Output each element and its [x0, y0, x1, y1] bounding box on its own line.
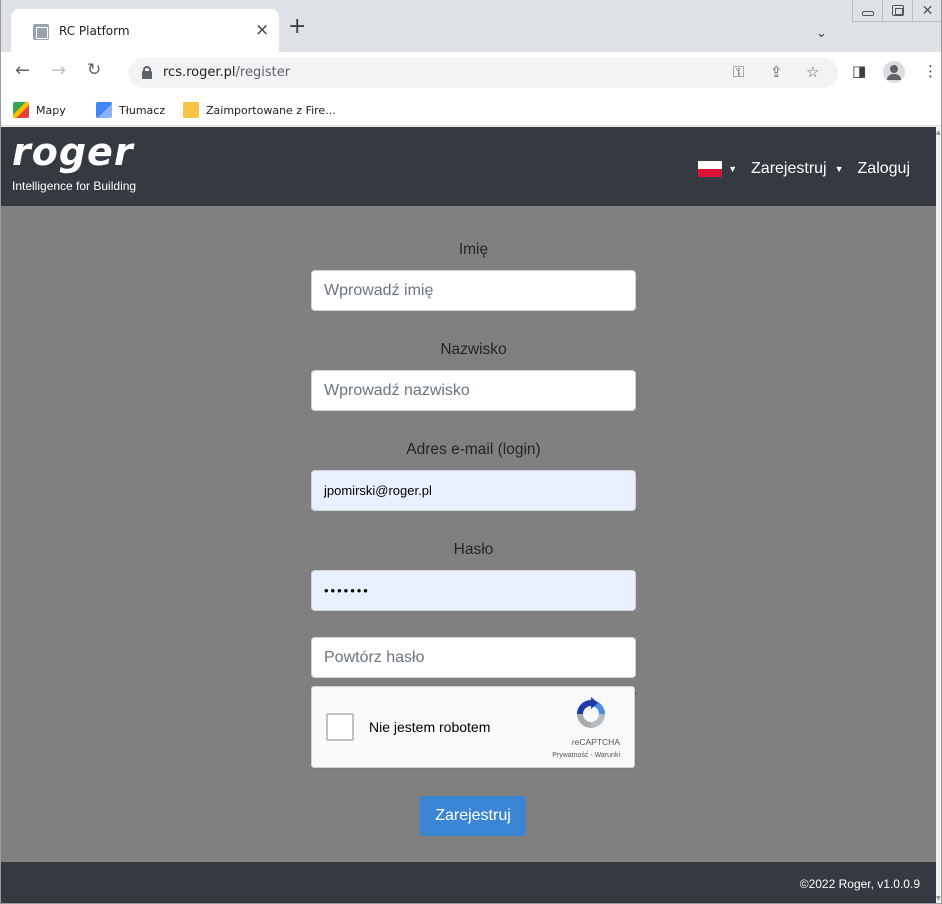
roger-logo[interactable]: roger Intelligence for Building [12, 131, 136, 193]
email-input[interactable]: jpomirski@roger.pl [311, 470, 636, 511]
scroll-down-icon[interactable]: ▼ [936, 895, 941, 902]
register-dropdown-caret-icon[interactable]: ▼ [835, 164, 844, 174]
page-content: roger Intelligence for Building ▼ Zareje… [1, 127, 936, 903]
recaptcha-links[interactable]: Prywatność - Warunki [552, 752, 620, 759]
profile-avatar-icon[interactable] [883, 61, 905, 83]
share-icon[interactable]: ⇪ [770, 63, 783, 81]
register-button[interactable]: Zarejestruj [420, 796, 526, 836]
star-icon[interactable]: ☆ [806, 63, 819, 81]
restore-icon [891, 5, 904, 16]
scroll-up-icon[interactable]: ▲ [936, 129, 941, 136]
menu-dots-icon[interactable]: ⋮ [923, 62, 938, 80]
side-panel-icon[interactable]: ◨ [852, 62, 866, 80]
login-link[interactable]: Zaloguj [858, 160, 910, 178]
site-header: roger Intelligence for Building ▼ Zareje… [1, 127, 936, 206]
key-icon[interactable]: ⚿ [733, 63, 744, 81]
url-text[interactable]: rcs.roger.pl/register [163, 65, 290, 80]
back-icon[interactable]: ← [15, 60, 30, 81]
tab-title: RC Platform [59, 24, 130, 38]
register-dropdown[interactable]: Zarejestruj [751, 160, 827, 178]
password-label: Hasło [453, 541, 494, 558]
first-name-input[interactable]: Wprowadź imię [311, 270, 636, 311]
lock-icon[interactable] [142, 66, 152, 79]
browser-tab[interactable]: RC Platform × [11, 9, 279, 52]
address-bar[interactable]: rcs.roger.pl/register ⚿ ⇪ ☆ [128, 58, 838, 88]
url-host: rcs.roger.pl [163, 65, 236, 80]
recaptcha-widget: Nie jestem robotem reCAPTCHA Prywatność … [311, 686, 635, 768]
tab-search-icon[interactable]: ⌄ [816, 26, 827, 41]
recaptcha-label: Nie jestem robotem [369, 719, 491, 735]
bookmark-label: Mapy [36, 103, 66, 117]
browser-toolbar: ← → ↻ rcs.roger.pl/register ⚿ ⇪ ☆ ◨ ⋮ [1, 52, 941, 94]
bookmark-imported-folder[interactable]: Zaimportowane z Fire... [183, 102, 336, 118]
last-name-label: Nazwisko [440, 341, 507, 358]
password-input[interactable]: ••••••• [311, 570, 636, 611]
repeat-password-input[interactable]: Powtórz hasło [311, 637, 636, 678]
recaptcha-checkbox[interactable] [326, 713, 354, 741]
email-label: Adres e-mail (login) [406, 441, 541, 458]
translate-icon [96, 102, 112, 118]
minimize-button[interactable] [852, 0, 882, 22]
page-scrollbar[interactable]: ▲ ▼ [936, 127, 941, 903]
bookmark-label: Tłumacz [119, 103, 166, 117]
browser-window: RC Platform × + ⌄ ✕ ← → ↻ rcs.roger.pl/r… [0, 0, 942, 904]
window-controls: ✕ [852, 0, 941, 22]
close-window-button[interactable]: ✕ [912, 0, 941, 22]
language-dropdown-caret-icon[interactable]: ▼ [728, 164, 737, 174]
minimize-icon [861, 11, 874, 16]
recaptcha-brand: reCAPTCHA [571, 737, 620, 747]
bookmarks-bar: Mapy Tłumacz Zaimportowane z Fire... [1, 94, 941, 126]
tab-strip: RC Platform × + ⌄ ✕ [1, 0, 941, 52]
reload-icon[interactable]: ↻ [87, 60, 101, 80]
bookmark-mapy[interactable]: Mapy [13, 102, 66, 118]
new-tab-button[interactable]: + [288, 16, 306, 38]
header-nav: ▼ Zarejestruj ▼ Zaloguj [698, 160, 910, 178]
registration-form: Imię Wprowadź imię Nazwisko Wprowadź naz… [311, 206, 636, 694]
bookmark-tlumacz[interactable]: Tłumacz [96, 102, 165, 118]
last-name-input[interactable]: Wprowadź nazwisko [311, 370, 636, 411]
forward-icon[interactable]: → [51, 60, 66, 81]
close-tab-icon[interactable]: × [255, 20, 269, 40]
favicon-icon [33, 24, 49, 40]
close-icon: ✕ [921, 2, 934, 19]
folder-icon [183, 102, 199, 118]
maps-icon [13, 102, 29, 118]
url-path: /register [235, 65, 291, 80]
logo-tagline: Intelligence for Building [12, 179, 137, 193]
site-footer: ©2022 Roger, v1.0.0.9 [1, 862, 936, 903]
language-flag-icon[interactable] [698, 161, 723, 177]
first-name-label: Imię [458, 241, 489, 258]
maximize-button[interactable] [882, 0, 912, 22]
logo-wordmark: roger [12, 130, 134, 174]
copyright-text: ©2022 Roger, v1.0.0.9 [799, 877, 920, 891]
bookmark-label: Zaimportowane z Fire... [206, 103, 336, 117]
recaptcha-logo-icon [577, 697, 605, 728]
